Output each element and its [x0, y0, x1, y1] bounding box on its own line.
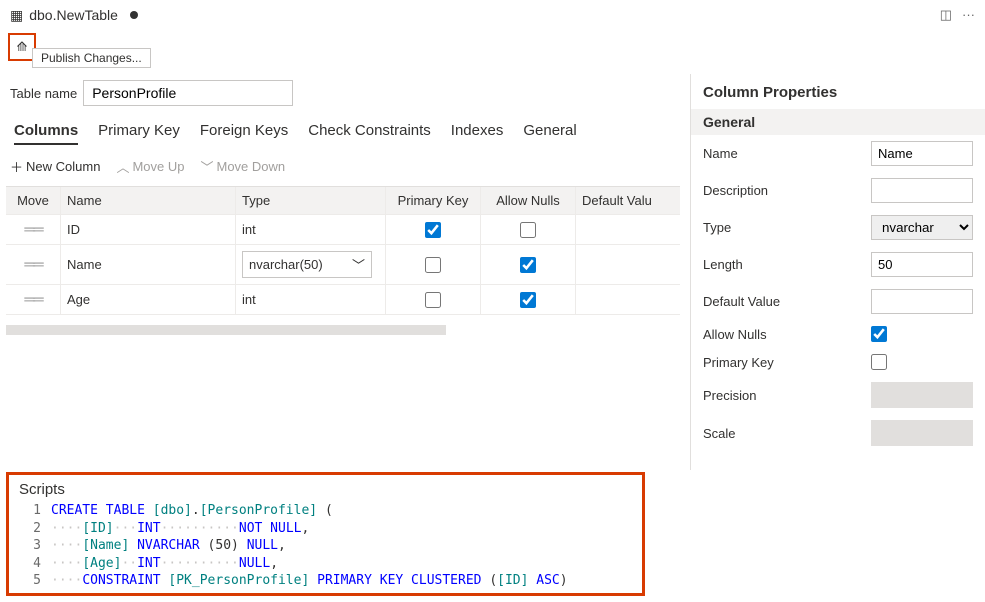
move-down-button[interactable]: ﹀ Move Down	[200, 157, 285, 176]
prop-pk-label: Primary Key	[703, 355, 863, 370]
editor-tab-title: dbo.NewTable	[29, 7, 118, 23]
chevron-down-icon: ﹀	[200, 157, 213, 176]
prop-scale-readonly	[871, 420, 973, 446]
move-up-button[interactable]: ︿ Move Up	[116, 157, 184, 176]
col-header-name: Name	[61, 187, 236, 214]
col-header-type: Type	[236, 187, 386, 214]
cell-type[interactable]: nvarchar(50)﹀	[236, 245, 386, 284]
horizontal-scrollbar[interactable]	[6, 325, 446, 335]
tab-indexes[interactable]: Indexes	[451, 122, 504, 145]
prop-type-select[interactable]: nvarchar	[871, 215, 973, 240]
table-icon: ▦	[10, 7, 23, 24]
tab-check-constraints[interactable]: Check Constraints	[308, 122, 431, 145]
plus-icon: ＋	[10, 157, 23, 176]
col-header-nulls: Allow Nulls	[481, 187, 576, 214]
col-header-move: Move	[6, 187, 61, 214]
sql-script[interactable]: 1CREATE TABLE [dbo].[PersonProfile] ( 2·…	[19, 502, 632, 590]
new-column-button[interactable]: ＋ New Column	[10, 157, 100, 176]
nulls-checkbox[interactable]	[520, 292, 536, 308]
publish-icon: ⟰	[17, 39, 28, 55]
tab-columns[interactable]: Columns	[14, 122, 78, 145]
type-select[interactable]: nvarchar(50)﹀	[242, 251, 372, 278]
nulls-checkbox[interactable]	[520, 257, 536, 273]
prop-length-label: Length	[703, 257, 863, 272]
pk-checkbox[interactable]	[425, 257, 441, 273]
col-header-pk: Primary Key	[386, 187, 481, 214]
dirty-indicator-icon	[130, 11, 138, 19]
prop-pk-checkbox[interactable]	[871, 354, 887, 370]
grid-header: Move Name Type Primary Key Allow Nulls D…	[6, 187, 680, 215]
scripts-title: Scripts	[19, 481, 632, 498]
tab-primary-key[interactable]: Primary Key	[98, 122, 180, 145]
columns-grid: Move Name Type Primary Key Allow Nulls D…	[6, 186, 680, 315]
tab-foreign-keys[interactable]: Foreign Keys	[200, 122, 288, 145]
cell-default[interactable]	[576, 245, 676, 284]
nulls-checkbox[interactable]	[520, 222, 536, 238]
prop-default-label: Default Value	[703, 294, 863, 309]
split-editor-icon[interactable]: ◫	[940, 7, 952, 23]
prop-name-input[interactable]	[871, 141, 973, 166]
table-name-input[interactable]	[83, 80, 293, 106]
column-properties-pane: Column Properties General Name Descripti…	[690, 74, 985, 470]
publish-tooltip: Publish Changes...	[32, 48, 151, 68]
prop-name-label: Name	[703, 146, 863, 161]
prop-type-label: Type	[703, 220, 863, 235]
prop-precision-label: Precision	[703, 388, 863, 403]
prop-nulls-label: Allow Nulls	[703, 327, 863, 342]
table-row[interactable]: ══ Namenvarchar(50)﹀	[6, 245, 680, 285]
cell-name[interactable]: Name	[61, 245, 236, 284]
table-name-label: Table name	[10, 86, 77, 101]
properties-header: Column Properties	[691, 74, 985, 109]
drag-handle-icon[interactable]: ══	[24, 221, 41, 238]
editor-tab[interactable]: ▦ dbo.NewTable	[10, 7, 138, 24]
pk-checkbox[interactable]	[425, 222, 441, 238]
prop-description-label: Description	[703, 183, 863, 198]
title-bar: ▦ dbo.NewTable ◫ ···	[0, 0, 985, 30]
cell-default[interactable]	[576, 285, 676, 314]
prop-precision-readonly	[871, 382, 973, 408]
prop-description-input[interactable]	[871, 178, 973, 203]
prop-length-input[interactable]	[871, 252, 973, 277]
table-row[interactable]: ══ Ageint	[6, 285, 680, 315]
cell-type[interactable]: int	[236, 285, 386, 314]
scripts-pane: Scripts 1CREATE TABLE [dbo].[PersonProfi…	[6, 472, 645, 596]
designer-tabs: Columns Primary Key Foreign Keys Check Cons…	[0, 112, 690, 151]
prop-nulls-checkbox[interactable]	[871, 326, 887, 342]
cell-name[interactable]: ID	[61, 215, 236, 244]
prop-scale-label: Scale	[703, 426, 863, 441]
chevron-up-icon: ︿	[116, 157, 129, 176]
drag-handle-icon[interactable]: ══	[24, 256, 41, 273]
tab-general[interactable]: General	[523, 122, 576, 145]
col-header-default: Default Valu	[576, 187, 676, 214]
prop-default-input[interactable]	[871, 289, 973, 314]
cell-name[interactable]: Age	[61, 285, 236, 314]
more-actions-icon[interactable]: ···	[962, 7, 975, 23]
table-row[interactable]: ══ IDint	[6, 215, 680, 245]
properties-section-general: General	[691, 109, 985, 135]
toolbar: ⟰ Publish Changes...	[0, 30, 985, 74]
cell-type[interactable]: int	[236, 215, 386, 244]
chevron-down-icon: ﹀	[352, 255, 365, 274]
pk-checkbox[interactable]	[425, 292, 441, 308]
cell-default[interactable]	[576, 215, 676, 244]
drag-handle-icon[interactable]: ══	[24, 291, 41, 308]
